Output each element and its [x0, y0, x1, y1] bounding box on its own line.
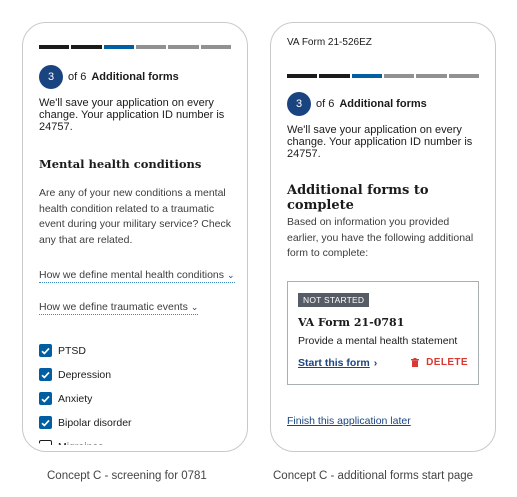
step-number: 3: [39, 65, 63, 89]
form-number: VA Form 21-526EZ: [287, 37, 372, 48]
checkbox-checked[interactable]: [39, 392, 52, 405]
checkbox-label: PTSD: [58, 344, 87, 357]
progress-segment-todo: [416, 74, 447, 78]
checkbox-checked[interactable]: [39, 368, 52, 381]
card-title: VA Form 21-0781: [298, 316, 405, 329]
delete-button[interactable]: DELETE: [411, 357, 468, 368]
status-badge: NOT STARTED: [298, 293, 370, 307]
phone-frame-additional-forms: VA Form 21-526EZ 3 of 6 Additional forms…: [270, 22, 496, 452]
checkmark-icon: [41, 395, 50, 403]
save-note: We'll save your application on every cha…: [39, 97, 225, 133]
progress-segment-todo: [200, 45, 231, 49]
progress-segment-done: [39, 45, 70, 49]
checkbox-label: Bipolar disorder: [58, 416, 132, 429]
progress-segment-todo: [448, 74, 479, 78]
page-title: Additional forms to complete: [287, 183, 429, 213]
screen-additional-forms: VA Form 21-526EZ 3 of 6 Additional forms…: [277, 29, 489, 445]
checkmark-icon: [41, 347, 50, 355]
checkbox-row[interactable]: Depression: [39, 368, 111, 381]
progress-segment-done: [287, 74, 318, 78]
step-title: Additional forms: [91, 71, 179, 83]
chevron-right-icon: ›: [373, 357, 378, 369]
page-title: Mental health conditions: [39, 157, 202, 171]
chevron-down-icon: ⌄: [190, 302, 199, 312]
step-of: of 6: [68, 71, 87, 83]
accordion-label: How we define mental health conditions: [39, 269, 225, 281]
checkbox-label: Anxiety: [58, 392, 93, 405]
form-card: NOT STARTED VA Form 21-0781 Provide a me…: [287, 281, 479, 385]
card-description: Provide a mental health statement: [298, 335, 458, 347]
progress-bar: [287, 74, 479, 78]
progress-segment-todo: [383, 74, 415, 78]
progress-segment-current: [351, 74, 382, 78]
trash-icon: [411, 358, 420, 367]
progress-bar: [39, 45, 231, 49]
checkbox-row[interactable]: Bipolar disorder: [39, 416, 132, 429]
progress-segment-done: [319, 74, 350, 78]
checkbox-label: Depression: [58, 368, 112, 381]
checkbox-row[interactable]: Anxiety: [39, 392, 92, 405]
save-note: We'll save your application on every cha…: [287, 124, 473, 160]
step-number: 3: [287, 92, 311, 116]
progress-segment-current: [103, 45, 134, 49]
checkbox-label: Migraines: [58, 441, 104, 446]
delete-label: DELETE: [426, 357, 468, 368]
chevron-down-icon: ⌄: [227, 270, 235, 280]
checkbox-unchecked[interactable]: [39, 440, 52, 445]
caption-additional-forms: Concept C - additional forms start page: [273, 470, 474, 482]
checkmark-icon: [41, 371, 50, 379]
progress-segment-todo: [135, 45, 167, 49]
step-indicator: 3 of 6 Additional forms: [287, 92, 427, 116]
checkbox-checked[interactable]: [39, 344, 52, 357]
phone-frame-screening: 3 of 6 Additional forms We'll save your …: [22, 22, 248, 452]
start-form-label: Start this form: [298, 357, 370, 369]
checkbox-row[interactable]: PTSD: [39, 344, 86, 357]
checkbox-checked[interactable]: [39, 416, 52, 429]
step-indicator: 3 of 6 Additional forms: [39, 65, 179, 89]
step-of: of 6: [316, 98, 335, 110]
step-title: Additional forms: [339, 98, 427, 110]
intro-text: Based on information you provided earlie…: [287, 216, 474, 259]
finish-later-link[interactable]: Finish this application later: [287, 415, 411, 427]
caption-screening: Concept C - screening for 0781: [47, 470, 207, 482]
accordion-label: How we define traumatic events: [39, 301, 188, 313]
question-text: Are any of your new conditions a mental …: [39, 187, 231, 246]
checkbox-row[interactable]: Migraines: [39, 440, 104, 445]
checkmark-icon: [41, 419, 50, 427]
progress-segment-done: [71, 45, 102, 49]
screen-screening: 3 of 6 Additional forms We'll save your …: [29, 29, 241, 445]
accordion-traumatic-events[interactable]: How we define traumatic events ⌄: [39, 301, 199, 315]
accordion-mental-health[interactable]: How we define mental health conditions ⌄: [39, 269, 235, 283]
start-form-link[interactable]: Start this form ›: [298, 357, 377, 369]
progress-segment-todo: [168, 45, 199, 49]
